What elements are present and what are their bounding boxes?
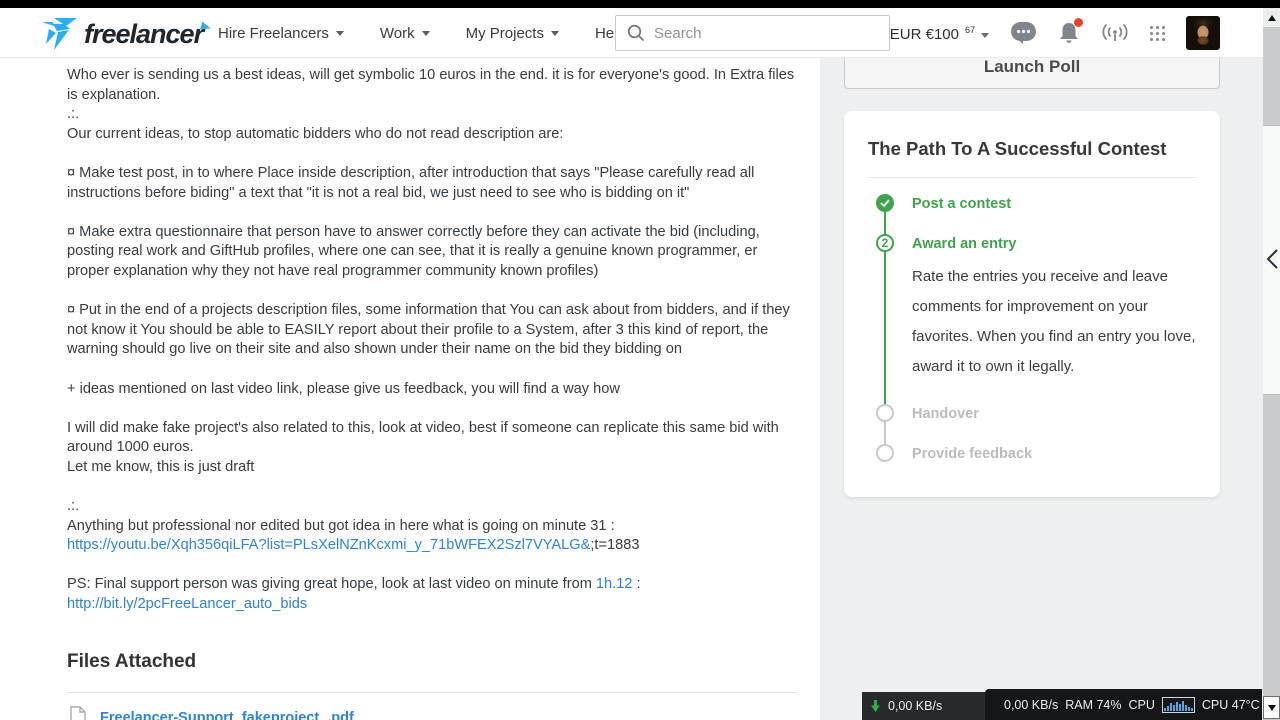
main-menu: Hire Freelancers Work My Projects Help xyxy=(218,8,641,58)
step-label-award-entry: Award an entry xyxy=(912,236,1017,252)
freelancer-bird-icon xyxy=(42,18,77,50)
freelancer-logo[interactable]: freelancer xyxy=(40,17,213,51)
contest-description: Who ever is sending us a best ideas, wil… xyxy=(67,66,797,615)
triangle-up-icon xyxy=(1267,14,1276,21)
ram-usage: RAM 74% xyxy=(1065,697,1122,712)
step-number-icon: 2 xyxy=(876,234,894,252)
chat-button[interactable] xyxy=(1010,21,1037,45)
broadcast-icon xyxy=(1102,23,1128,41)
chat-icon xyxy=(1011,22,1036,44)
text-segment: ¤ Make test post, in to where Place insi… xyxy=(67,164,759,201)
text-segment: I will did make fake project's also rela… xyxy=(67,419,779,475)
check-icon xyxy=(880,199,890,207)
scrollbar-thumb[interactable] xyxy=(1263,125,1280,395)
scroll-up-button[interactable] xyxy=(1263,8,1280,27)
menu-label: My Projects xyxy=(465,24,544,42)
search-input[interactable] xyxy=(654,24,869,42)
navbar-right-cluster: EUR €100 67 xyxy=(890,8,1220,58)
text-segment: ¤ Put in the end of a projects descripti… xyxy=(67,302,794,358)
currency-selector[interactable]: EUR €100 67 xyxy=(890,24,989,43)
text-segment: .:. Anything but professional nor edited… xyxy=(67,498,615,534)
text-segment: ;t=1883 xyxy=(590,537,640,554)
chevron-down-icon xyxy=(550,30,559,36)
launch-poll-button[interactable]: Launch Poll xyxy=(844,58,1220,89)
triangle-down-icon xyxy=(1267,704,1276,711)
upload-speed: 0,00 KB/s xyxy=(1004,697,1059,712)
chevron-down-icon xyxy=(421,30,430,36)
system-monitor-widget: 0,00 KB/s RAM 74% CPU CPU 47°C xyxy=(985,689,1262,720)
description-paragraph: .:. Anything but professional nor edited… xyxy=(67,497,797,556)
search-icon xyxy=(627,24,645,42)
step-pending-icon xyxy=(876,444,894,462)
search-box[interactable] xyxy=(615,15,890,51)
step-done-icon xyxy=(876,194,894,212)
step-label-provide-feedback: Provide feedback xyxy=(912,446,1033,462)
notifications-button[interactable] xyxy=(1058,18,1083,45)
download-speed: 0,00 KB/s xyxy=(888,699,943,713)
page-scrollbar[interactable] xyxy=(1263,8,1280,720)
description-paragraph: I will did make fake project's also rela… xyxy=(67,419,797,478)
files-attached-section: Files Attached Freelancer-Support_fakepr… xyxy=(67,651,797,720)
description-paragraph: ¤ Make extra questionnaire that person h… xyxy=(67,223,797,282)
step-number: 2 xyxy=(881,236,889,250)
user-avatar[interactable] xyxy=(1186,16,1220,50)
cpu-usage-graph xyxy=(1161,696,1195,713)
step-label-handover: Handover xyxy=(912,406,979,422)
file-icon xyxy=(70,705,86,720)
text-segment: : xyxy=(636,576,641,593)
step-label-post-contest: Post a contest xyxy=(912,196,1012,212)
cpu-label: CPU xyxy=(1128,697,1155,712)
chevron-down-icon xyxy=(981,32,989,38)
description-paragraph: Who ever is sending us a best ideas, wil… xyxy=(67,66,797,144)
inline-link[interactable]: http://bit.ly/2pcFreeLancer_auto_bids xyxy=(67,596,307,612)
apps-grid-button[interactable] xyxy=(1150,25,1165,41)
top-navbar: freelancer Hire Freelancers Work My Proj… xyxy=(0,8,1280,58)
notification-badge xyxy=(1074,18,1083,27)
description-paragraph: ¤ Put in the end of a projects descripti… xyxy=(67,301,797,360)
broadcast-button[interactable] xyxy=(1101,23,1129,44)
text-segment: + ideas mentioned on last video link, pl… xyxy=(67,380,620,397)
card-divider xyxy=(868,177,1196,178)
scroll-down-button[interactable] xyxy=(1263,696,1280,719)
section-divider xyxy=(67,691,797,693)
files-attached-title: Files Attached xyxy=(67,650,197,672)
network-monitor-widget: 0,00 KB/s xyxy=(862,692,985,720)
top-black-strip xyxy=(0,0,1280,8)
chevron-down-icon xyxy=(335,30,344,36)
inline-link[interactable]: 1h.12 xyxy=(596,576,633,592)
menu-label: Work xyxy=(379,24,415,42)
inline-link[interactable]: https://youtu.be/Xqh356qiLFA?list=PLsXel… xyxy=(67,537,590,553)
contest-path-card: The Path To A Successful Contest Post a … xyxy=(844,111,1220,497)
download-arrow-icon xyxy=(871,700,880,712)
attached-file-link[interactable]: Freelancer-Support_fakeproject_.pdf xyxy=(100,710,354,720)
text-segment: ¤ Make extra questionnaire that person h… xyxy=(67,223,764,279)
logo-wordmark: freelancer xyxy=(84,18,204,49)
card-title: The Path To A Successful Contest xyxy=(868,138,1167,159)
description-paragraph: + ideas mentioned on last video link, pl… xyxy=(67,380,797,400)
menu-work[interactable]: Work xyxy=(380,25,430,42)
contest-description-panel: Who ever is sending us a best ideas, wil… xyxy=(0,58,820,720)
menu-label: Hire Freelancers xyxy=(218,24,329,42)
step-pending-icon xyxy=(876,404,894,422)
apps-grid-icon xyxy=(1150,25,1165,41)
attached-file-row: Freelancer-Support_fakeproject_.pdf xyxy=(67,705,797,720)
currency-superscript: 67 xyxy=(964,24,975,35)
menu-hire-freelancers[interactable]: Hire Freelancers xyxy=(218,25,344,42)
description-paragraph: ¤ Make test post, in to where Place insi… xyxy=(67,164,797,203)
text-segment: PS: Final support person was giving grea… xyxy=(67,576,596,593)
text-segment: Who ever is sending us a best ideas, wil… xyxy=(67,67,795,142)
step-description: Rate the entries you receive and leave c… xyxy=(912,268,1196,375)
menu-my-projects[interactable]: My Projects xyxy=(466,25,559,42)
description-paragraph: PS: Final support person was giving grea… xyxy=(67,575,797,614)
currency-label: EUR €100 xyxy=(889,25,959,43)
cpu-temperature: CPU 47°C xyxy=(1201,697,1260,712)
launch-poll-label: Launch Poll xyxy=(983,58,1081,76)
